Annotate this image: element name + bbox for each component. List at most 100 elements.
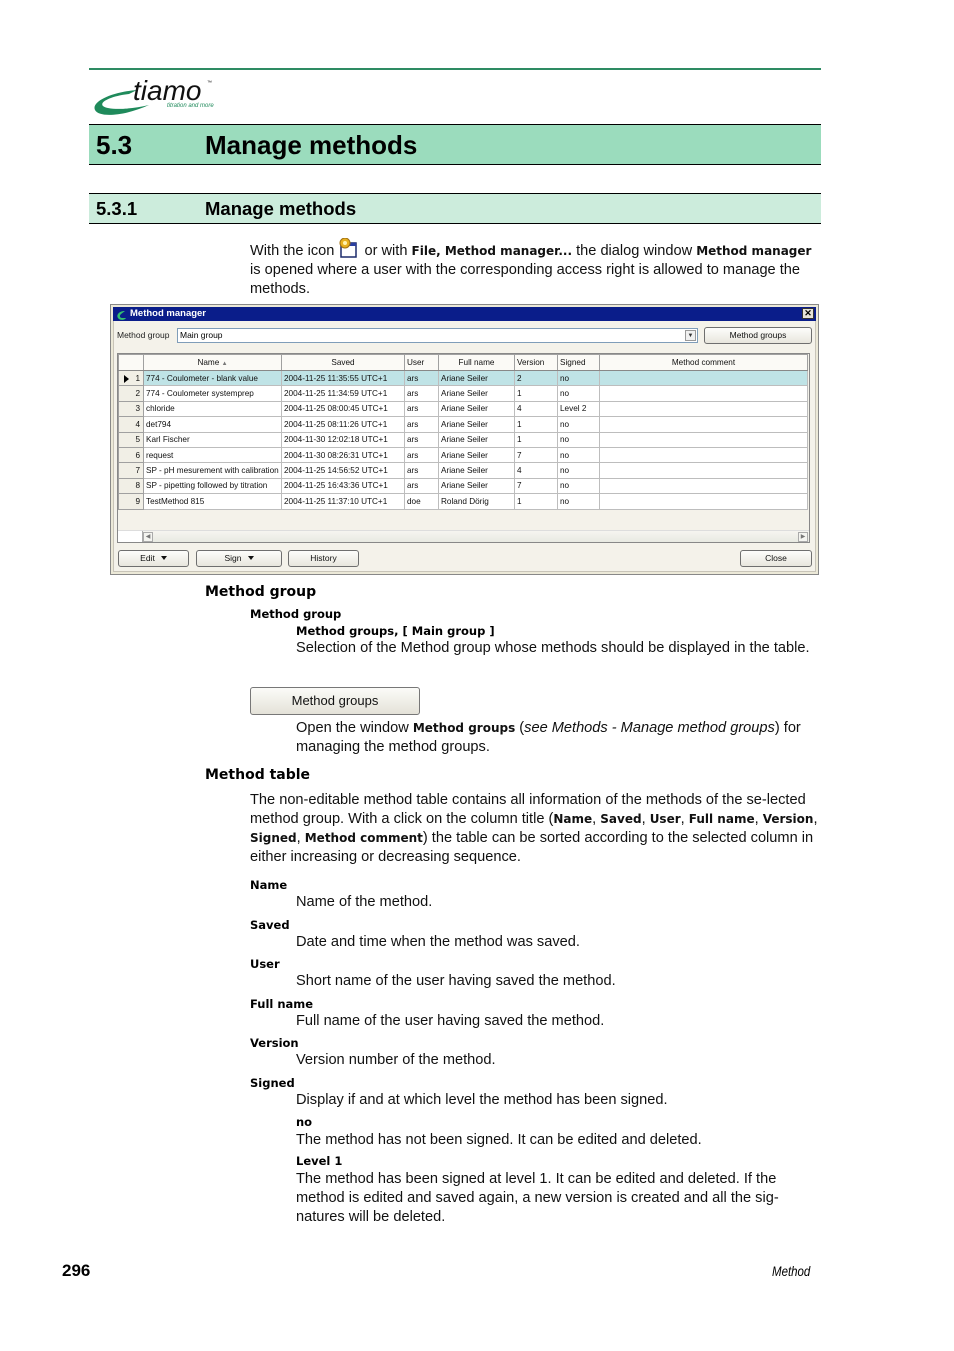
cell-name: 774 - Coulometer systemprep bbox=[143, 385, 282, 402]
cell-full-name: Ariane Seiler bbox=[438, 446, 515, 464]
row-number[interactable]: 3 bbox=[118, 400, 144, 418]
subsection-heading: 5.3.1 Manage methods bbox=[89, 193, 821, 224]
cell-version: 2 bbox=[514, 369, 558, 387]
current-row-pointer-icon bbox=[124, 375, 129, 383]
table-row[interactable]: 5 Karl Fischer 2004-11-30 12:02:18 UTC+1 ar… bbox=[118, 431, 808, 448]
row-number[interactable]: 2 bbox=[118, 385, 144, 402]
cell-version: 1 bbox=[514, 416, 558, 433]
column-header-signed[interactable]: Signed bbox=[557, 354, 600, 371]
column-header-user[interactable]: User bbox=[404, 354, 439, 371]
chevron-down-icon[interactable]: ▼ bbox=[685, 330, 696, 341]
cell-full-name: Ariane Seiler bbox=[438, 416, 515, 433]
row-number[interactable]: 5 bbox=[118, 431, 144, 448]
scroll-left-icon[interactable]: ◀ bbox=[143, 532, 153, 542]
field-desc-version: Version number of the method. bbox=[296, 1052, 496, 1068]
cell-version: 4 bbox=[514, 400, 558, 418]
table-row[interactable]: 6 request 2004-11-30 08:26:31 UTC+1 ars Aria… bbox=[118, 446, 808, 464]
cell-user: ars bbox=[404, 416, 439, 433]
method-manager-icon bbox=[338, 237, 360, 258]
signed-value-desc-level1: The method has been signed at level 1. I… bbox=[296, 1171, 779, 1225]
method-table-heading: Method table bbox=[205, 767, 311, 783]
dialog-name: Method manager bbox=[696, 244, 812, 258]
column-header-full-name[interactable]: Full name bbox=[438, 354, 515, 371]
row-number[interactable]: 4 bbox=[118, 416, 144, 433]
cell-name: 774 - Coulometer - blank value bbox=[143, 369, 282, 387]
table-row[interactable]: 2 774 - Coulometer systemprep 2004-11-25 1… bbox=[118, 385, 808, 402]
column-header-method-comment[interactable]: Method comment bbox=[599, 354, 808, 371]
cell-full-name: Ariane Seiler bbox=[438, 385, 515, 402]
cell-saved: 2004-11-25 11:34:59 UTC+1 bbox=[281, 385, 405, 402]
tiamo-logo: tiamo ™ titration and more bbox=[89, 72, 239, 118]
cell-signed: no bbox=[557, 369, 600, 387]
sort-ascending-icon: ▲ bbox=[221, 361, 228, 367]
section-title: Manage methods bbox=[205, 130, 418, 160]
history-button[interactable]: History bbox=[288, 550, 359, 567]
subsection-title: Manage methods bbox=[205, 198, 357, 219]
cell-user: ars bbox=[404, 477, 439, 495]
method-group-select[interactable]: Main group ▼ bbox=[177, 328, 698, 343]
cell-user: ars bbox=[404, 462, 439, 479]
method-group-param-desc: Selection of the Method group whose meth… bbox=[296, 640, 810, 656]
row-number[interactable]: 1 bbox=[118, 369, 144, 387]
scroll-right-icon[interactable]: ▶ bbox=[798, 532, 808, 542]
close-button[interactable]: Close bbox=[740, 550, 812, 567]
cell-signed: no bbox=[557, 446, 600, 464]
top-rule bbox=[89, 68, 821, 70]
close-icon[interactable]: ✕ bbox=[802, 308, 814, 319]
method-table: Name ▲ Saved User Full name Version Sign… bbox=[117, 353, 810, 543]
column-header-version[interactable]: Version bbox=[514, 354, 558, 371]
field-label-signed: Signed bbox=[250, 1076, 295, 1090]
cell-comment bbox=[599, 431, 808, 448]
tiamo-app-icon bbox=[116, 308, 127, 320]
table-row[interactable]: 9 TestMethod 815 2004-11-25 11:37:10 UTC+1… bbox=[118, 493, 808, 510]
cell-signed: Level 2 bbox=[557, 400, 600, 418]
cell-name: chloride bbox=[143, 400, 282, 418]
caret-down-icon bbox=[247, 556, 254, 560]
logo-trademark: ™ bbox=[207, 80, 212, 86]
column-header-name[interactable]: Name ▲ bbox=[143, 354, 282, 371]
cell-full-name: Roland Dörig bbox=[438, 493, 515, 510]
row-number[interactable]: 6 bbox=[118, 446, 144, 464]
caret-down-icon bbox=[160, 556, 167, 560]
method-table-desc: The non-editable method table contains a… bbox=[250, 792, 818, 865]
field-label-full-name: Full name bbox=[250, 997, 314, 1011]
field-desc-signed: Display if and at which level the method… bbox=[296, 1092, 668, 1108]
dialog-titlebar[interactable]: Method manager ✕ bbox=[113, 307, 816, 321]
cell-saved: 2004-11-25 11:37:10 UTC+1 bbox=[281, 493, 405, 510]
horizontal-scrollbar[interactable]: ◀ ▶ bbox=[118, 530, 809, 542]
method-groups-button[interactable]: Method groups bbox=[704, 327, 812, 344]
cell-saved: 2004-11-25 14:56:52 UTC+1 bbox=[281, 462, 405, 479]
menu-path: File, Method manager... bbox=[411, 244, 573, 258]
cell-version: 4 bbox=[514, 462, 558, 479]
logo-tagline: titration and more bbox=[167, 103, 214, 109]
cell-comment bbox=[599, 385, 808, 402]
table-row[interactable]: 8 SP - pipetting followed by titration 200… bbox=[118, 477, 808, 495]
sign-button[interactable]: Sign bbox=[196, 550, 282, 567]
dialog-title: Method manager bbox=[130, 308, 207, 319]
method-groups-button-illustration[interactable]: Method groups bbox=[250, 687, 420, 715]
column-header-saved[interactable]: Saved bbox=[281, 354, 405, 371]
column-header-rownum bbox=[118, 354, 144, 371]
field-desc-name: Name of the method. bbox=[296, 894, 433, 910]
table-row[interactable]: 4 det794 2004-11-25 08:11:26 UTC+1 ars Arian… bbox=[118, 416, 808, 433]
method-group-value: Main group bbox=[180, 330, 223, 340]
cell-version: 7 bbox=[514, 477, 558, 495]
row-number[interactable]: 7 bbox=[118, 462, 144, 479]
method-group-param-label: Method group bbox=[250, 607, 342, 621]
cell-user: ars bbox=[404, 369, 439, 387]
cell-signed: no bbox=[557, 385, 600, 402]
footer-section-name: Method bbox=[772, 1263, 811, 1279]
row-number[interactable]: 8 bbox=[118, 477, 144, 495]
subsection-number: 5.3.1 bbox=[96, 198, 138, 219]
cell-user: ars bbox=[404, 385, 439, 402]
table-row[interactable]: 1 774 - Coulometer - blank value 2004-11-2… bbox=[118, 369, 808, 387]
cell-saved: 2004-11-30 12:02:18 UTC+1 bbox=[281, 431, 405, 448]
row-number[interactable]: 9 bbox=[118, 493, 144, 510]
cell-name: TestMethod 815 bbox=[143, 493, 282, 510]
cell-comment bbox=[599, 446, 808, 464]
edit-button[interactable]: Edit bbox=[118, 550, 189, 567]
table-row[interactable]: 7 SP - pH mesurement with calibration 2004… bbox=[118, 462, 808, 479]
cell-comment bbox=[599, 369, 808, 387]
table-row[interactable]: 3 chloride 2004-11-25 08:00:45 UTC+1 ars Ari… bbox=[118, 400, 808, 418]
cell-saved: 2004-11-30 08:26:31 UTC+1 bbox=[281, 446, 405, 464]
